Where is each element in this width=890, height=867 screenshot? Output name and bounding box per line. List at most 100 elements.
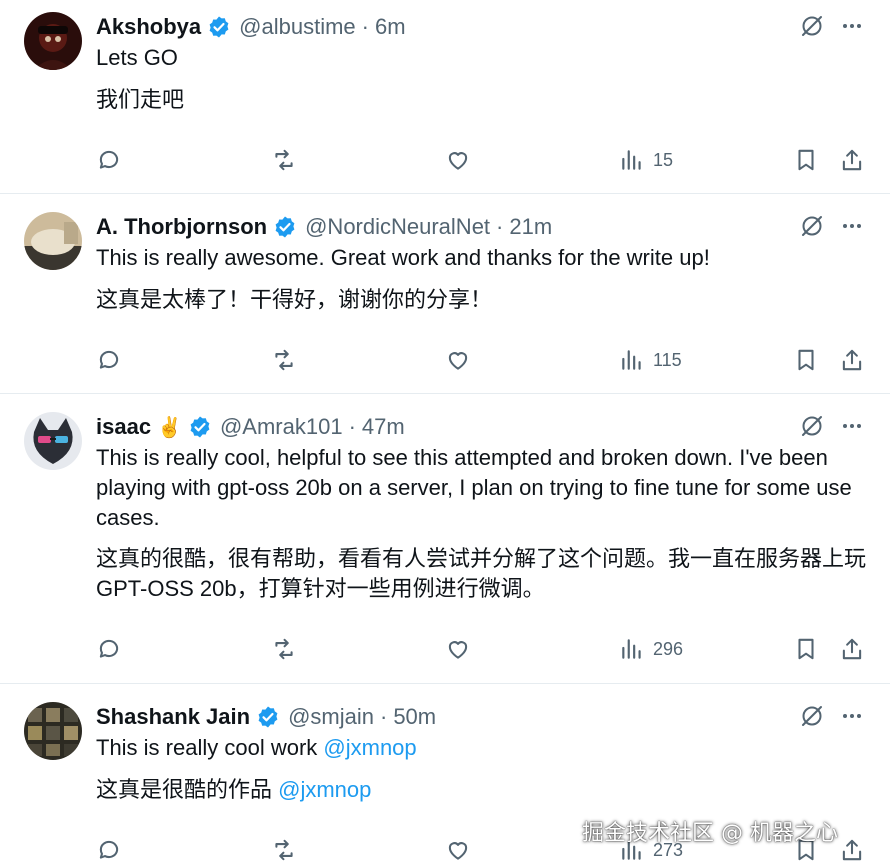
post-header: A. Thorbjornson @NordicNeuralNet · 21m (96, 212, 552, 242)
more-icon[interactable] (840, 414, 864, 438)
post-header: isaac ✌️ @Amrak101 · 47m (96, 412, 405, 442)
verified-badge-icon (256, 705, 280, 729)
grok-icon[interactable] (800, 14, 824, 38)
avatar[interactable] (24, 12, 82, 70)
bookmark-button[interactable] (793, 634, 819, 664)
repost-button[interactable] (271, 345, 297, 375)
author-name[interactable]: Shashank Jain (96, 704, 250, 730)
more-icon[interactable] (840, 704, 864, 728)
verified-badge-icon (273, 215, 297, 239)
reply-icon (99, 639, 119, 658)
reply-post[interactable]: isaac ✌️ @Amrak101 · 47m This is really … (0, 394, 890, 683)
verified-badge-icon (207, 15, 231, 39)
more-icon[interactable] (840, 14, 864, 38)
share-button[interactable] (839, 634, 865, 664)
repost-icon (275, 638, 293, 660)
translation-body: 这真是很酷的作品 (96, 777, 279, 802)
post-actions: 15 (0, 145, 890, 175)
post-header: Shashank Jain @smjain · 50m (96, 702, 436, 732)
reply-button[interactable] (96, 145, 122, 175)
bookmark-button[interactable] (793, 145, 819, 175)
post-time[interactable]: 21m (509, 214, 552, 240)
post-actions: 296 (0, 634, 890, 664)
bookmark-icon (798, 349, 814, 371)
author-name[interactable]: Akshobya (96, 14, 201, 40)
mention-link[interactable]: @jxmnop (278, 777, 371, 802)
bookmark-icon (798, 638, 814, 660)
author-handle[interactable]: @NordicNeuralNet (305, 214, 490, 240)
like-button[interactable] (445, 145, 471, 175)
post-translation: 这真是很酷的作品 @jxmnop (96, 775, 866, 805)
heart-icon (448, 842, 468, 860)
separator-dot: · (348, 414, 356, 439)
post-header: Akshobya @albustime · 6m (96, 12, 406, 42)
repost-button[interactable] (271, 145, 297, 175)
more-icon[interactable] (840, 214, 864, 238)
reply-icon (99, 350, 119, 369)
reply-button[interactable] (96, 835, 122, 865)
mention-link[interactable]: @jxmnop (323, 735, 416, 760)
post-translation: 这真是太棒了！干得好，谢谢你的分享！ (96, 287, 493, 312)
like-button[interactable] (445, 345, 471, 375)
avatar[interactable] (24, 412, 82, 470)
watermark: 掘金技术社区 @ 机器之心 (582, 821, 838, 846)
share-icon (842, 349, 862, 371)
heart-icon (448, 641, 468, 659)
reply-button[interactable] (96, 345, 122, 375)
separator-dot: · (379, 704, 388, 729)
post-text: Lets GO (96, 45, 178, 70)
avatar[interactable] (24, 212, 82, 270)
views-count: 296 (653, 638, 684, 659)
bookmark-button[interactable] (793, 345, 819, 375)
grok-icon[interactable] (800, 704, 824, 728)
victory-hand-emoji: ✌️ (157, 416, 182, 439)
post-time[interactable]: 6m (375, 14, 406, 40)
repost-button[interactable] (271, 835, 297, 865)
post-translation: 这真的很酷，很有帮助，看看有人尝试并分解了这个问题。我一直在服务器上玩 GPT-… (96, 546, 867, 601)
bookmark-icon (798, 149, 814, 171)
post-text: This is really cool, helpful to see this… (96, 445, 852, 530)
avatar[interactable] (24, 702, 82, 760)
share-button[interactable] (839, 345, 865, 375)
post-time[interactable]: 50m (393, 704, 436, 730)
separator-dot: · (361, 14, 369, 39)
post-time[interactable]: 47m (362, 414, 405, 440)
reply-post[interactable]: Akshobya @albustime · 6m Lets GO 我们走吧 15 (0, 0, 890, 193)
share-button[interactable] (839, 145, 865, 175)
views-chart-icon (622, 639, 641, 659)
repost-icon (275, 349, 293, 371)
views-count: 15 (653, 149, 674, 170)
repost-button[interactable] (271, 634, 297, 664)
share-icon (842, 149, 862, 171)
author-name[interactable]: A. Thorbjornson (96, 214, 267, 240)
post-text: This is really cool work @jxmnop (96, 733, 866, 763)
author-handle[interactable]: @smjain (288, 704, 374, 730)
reply-icon (99, 150, 119, 169)
like-button[interactable] (445, 634, 471, 664)
repost-icon (275, 149, 293, 171)
post-text: This is really awesome. Great work and t… (96, 245, 710, 270)
reply-post[interactable]: A. Thorbjornson @NordicNeuralNet · 21m T… (0, 194, 890, 393)
views-chart-icon (622, 350, 641, 370)
share-icon (842, 638, 862, 660)
author-handle[interactable]: @Amrak101 (220, 414, 343, 440)
grok-icon[interactable] (800, 214, 824, 238)
post-actions: 115 (0, 345, 890, 375)
author-handle[interactable]: @albustime (239, 14, 356, 40)
post-translation: 我们走吧 (96, 87, 185, 112)
views-chart-icon (622, 150, 641, 170)
heart-icon (448, 152, 468, 170)
verified-badge-icon (188, 415, 212, 439)
author-name[interactable]: isaac (96, 414, 151, 440)
separator-dot: · (496, 214, 504, 239)
views-button[interactable]: 15 (619, 145, 673, 175)
views-button[interactable]: 296 (619, 634, 683, 664)
reply-button[interactable] (96, 634, 122, 664)
share-icon (842, 839, 862, 861)
like-button[interactable] (445, 835, 471, 865)
views-count: 115 (653, 349, 682, 370)
grok-icon[interactable] (800, 414, 824, 438)
share-button[interactable] (839, 835, 865, 865)
reply-icon (99, 840, 119, 859)
views-button[interactable]: 115 (619, 345, 682, 375)
